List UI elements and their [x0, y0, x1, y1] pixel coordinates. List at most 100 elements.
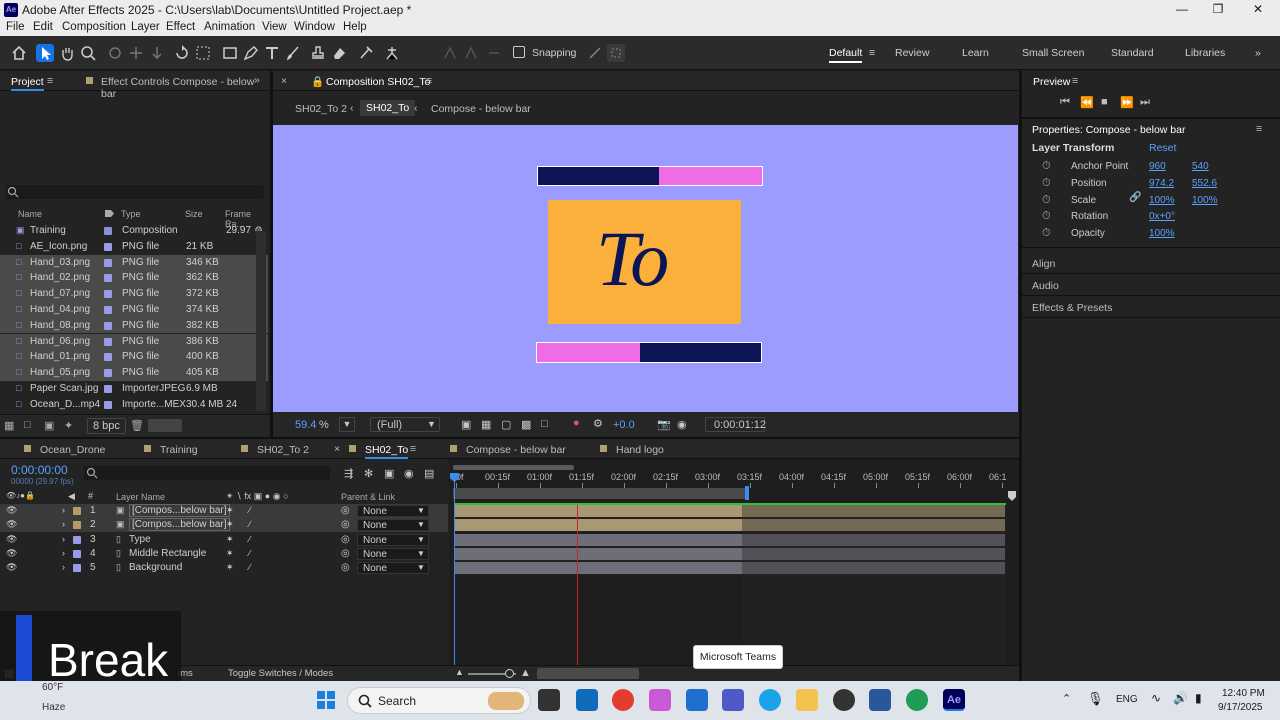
- snapping-checkbox[interactable]: [513, 46, 525, 58]
- label-color-chip[interactable]: [104, 337, 112, 346]
- breadcrumb-sh02-to[interactable]: SH02_To: [360, 100, 416, 116]
- column-name[interactable]: Name: [18, 209, 42, 219]
- composition-viewer[interactable]: To: [273, 125, 1018, 412]
- language-indicator[interactable]: ENG: [1116, 694, 1138, 705]
- collapse-transform-switch-icon[interactable]: ✶: [226, 519, 234, 530]
- pick-whip-icon[interactable]: ◎: [341, 534, 350, 545]
- preview-menu-icon[interactable]: ≡: [1072, 75, 1078, 87]
- chrome-icon[interactable]: [612, 689, 634, 711]
- property-value-1[interactable]: 974.2: [1149, 178, 1174, 189]
- puppet-tool-icon[interactable]: [383, 44, 401, 62]
- copilot-icon[interactable]: [649, 689, 671, 711]
- task-view-icon[interactable]: [538, 689, 560, 711]
- first-frame-icon[interactable]: ⏮: [1060, 96, 1070, 109]
- stopwatch-icon[interactable]: ⏱: [1042, 194, 1051, 207]
- selection-tool-icon[interactable]: [36, 44, 54, 62]
- label-color-chip[interactable]: [104, 306, 112, 314]
- parent-dropdown[interactable]: None ▼: [357, 533, 429, 546]
- timeline-tab-menu-icon[interactable]: ≡: [410, 443, 416, 455]
- project-item[interactable]: □ Hand_06.png PNG file 386 KB: [0, 333, 268, 350]
- collapse-transform-switch-icon[interactable]: ✶: [226, 562, 234, 573]
- project-item[interactable]: ▣ Training Composition 29.97 ⨷: [0, 223, 268, 239]
- project-item[interactable]: □ Hand_03.png PNG file 346 KB: [0, 254, 268, 271]
- clock-date[interactable]: 9/17/2025: [1218, 702, 1263, 713]
- project-item[interactable]: □ Hand_07.png PNG file 372 KB: [0, 286, 268, 302]
- snapshot-camera-icon[interactable]: 📷: [657, 418, 671, 431]
- timeline-tab[interactable]: Compose - below bar: [466, 444, 566, 456]
- label-color-chip[interactable]: [104, 385, 112, 393]
- layer-label-chip[interactable]: [73, 549, 81, 558]
- resolution-dropdown[interactable]: (Full) ▼: [370, 417, 440, 432]
- top-bar-layer[interactable]: [537, 166, 763, 186]
- project-item[interactable]: □ Ocean_D...mp4 Importe...MEX 30.4 MB 24: [0, 397, 268, 413]
- property-value-2[interactable]: 540: [1192, 161, 1209, 172]
- panel-effects-presets[interactable]: Effects & Presets: [1032, 302, 1112, 314]
- show-hidden-icons-icon[interactable]: ⌃: [1062, 692, 1071, 705]
- timeline-tab[interactable]: SH02_To 2: [257, 444, 309, 456]
- roto-brush-icon[interactable]: [357, 44, 375, 62]
- layer-row[interactable]: 👁 › 2 ▣ [Compos...below bar] ✶ ∕ ◎ None ▼: [0, 518, 448, 533]
- stop-icon[interactable]: ■: [1101, 96, 1108, 108]
- shy-layers-icon[interactable]: ▣: [384, 467, 394, 480]
- workspace-default[interactable]: Default: [829, 47, 863, 63]
- workspace-standard[interactable]: Standard: [1111, 47, 1154, 59]
- bottom-bar-layer[interactable]: [536, 342, 762, 363]
- expand-chevron-icon[interactable]: ›: [62, 548, 65, 558]
- store-icon[interactable]: [686, 689, 708, 711]
- menu-file[interactable]: File: [6, 21, 25, 33]
- clock-time[interactable]: 12:40 PM: [1222, 688, 1265, 699]
- layer-name[interactable]: [Compos...below bar]: [129, 518, 230, 532]
- visibility-eye-icon[interactable]: 👁: [6, 519, 17, 530]
- new-folder-icon[interactable]: □: [24, 419, 31, 431]
- layer-name[interactable]: Background: [129, 562, 182, 573]
- graph-editor-icon[interactable]: ▤: [424, 467, 434, 480]
- property-value-1[interactable]: 100%: [1149, 228, 1175, 239]
- workspace-review[interactable]: Review: [895, 47, 929, 59]
- trash-icon[interactable]: 🗑: [130, 419, 144, 432]
- layer-name[interactable]: [Compos...below bar]: [129, 504, 230, 517]
- lock-icon[interactable]: 🔒: [311, 75, 324, 88]
- constrain-proportions-link-icon[interactable]: 🔗: [1129, 192, 1141, 203]
- project-item[interactable]: □ Hand_01.png PNG file 400 KB: [0, 349, 268, 365]
- timeline-search-input[interactable]: [84, 466, 330, 480]
- current-time-field[interactable]: 0:00:01:12: [705, 417, 766, 432]
- adjust-settings-icon[interactable]: ✦: [64, 419, 73, 432]
- pick-whip-icon[interactable]: ◎: [341, 519, 350, 530]
- expand-chevron-icon[interactable]: ›: [62, 534, 65, 544]
- middle-rectangle[interactable]: To: [548, 200, 741, 324]
- parent-dropdown[interactable]: None ▼: [357, 547, 429, 560]
- project-item[interactable]: □ Hand_08.png PNG file 382 KB: [0, 317, 268, 334]
- project-item[interactable]: □ Hand_02.png PNG file 362 KB: [0, 270, 268, 286]
- column-layer-name[interactable]: Layer Name: [116, 492, 165, 502]
- label-color-chip[interactable]: [104, 227, 112, 235]
- column-parent-link[interactable]: Parent & Link: [341, 492, 395, 502]
- snap-grid-icon[interactable]: [607, 44, 625, 62]
- label-column-icon[interactable]: [104, 209, 114, 217]
- label-color-chip[interactable]: [104, 369, 112, 378]
- menu-view[interactable]: View: [262, 21, 287, 33]
- zoom-value[interactable]: 59.4: [295, 419, 316, 431]
- column-type[interactable]: Type: [121, 209, 141, 219]
- draft-3d-icon[interactable]: ✻: [364, 467, 373, 480]
- chrome-profile-icon[interactable]: [906, 689, 928, 711]
- battery-icon[interactable]: ▮: [1195, 691, 1202, 705]
- previous-frame-icon[interactable]: ⏪: [1080, 96, 1094, 109]
- project-item[interactable]: □ Hand_04.png PNG file 374 KB: [0, 302, 268, 318]
- timeline-tab[interactable]: SH02_To: [365, 444, 409, 459]
- collapse-transform-switch-icon[interactable]: ✶: [226, 534, 234, 545]
- project-scrollbar[interactable]: [256, 231, 266, 411]
- region-of-interest-icon[interactable]: ▣: [461, 418, 471, 431]
- label-color-chip[interactable]: [104, 290, 112, 299]
- stopwatch-icon[interactable]: ⏱: [1042, 177, 1051, 190]
- transparency-grid-icon[interactable]: ▦: [481, 418, 491, 431]
- label-color-chip[interactable]: [104, 258, 112, 267]
- timeline-tab[interactable]: Training: [160, 444, 198, 456]
- timeline-timecode[interactable]: 0:00:00:00: [11, 463, 68, 477]
- zoom-in-icon[interactable]: ▲: [520, 667, 531, 679]
- menu-edit[interactable]: Edit: [33, 21, 53, 33]
- edge-icon[interactable]: [759, 689, 781, 711]
- timeline-tab[interactable]: Hand logo: [616, 444, 664, 456]
- stopwatch-icon[interactable]: ⏱: [1042, 227, 1051, 240]
- clone-stamp-icon[interactable]: [309, 44, 327, 62]
- menu-layer[interactable]: Layer: [131, 21, 160, 33]
